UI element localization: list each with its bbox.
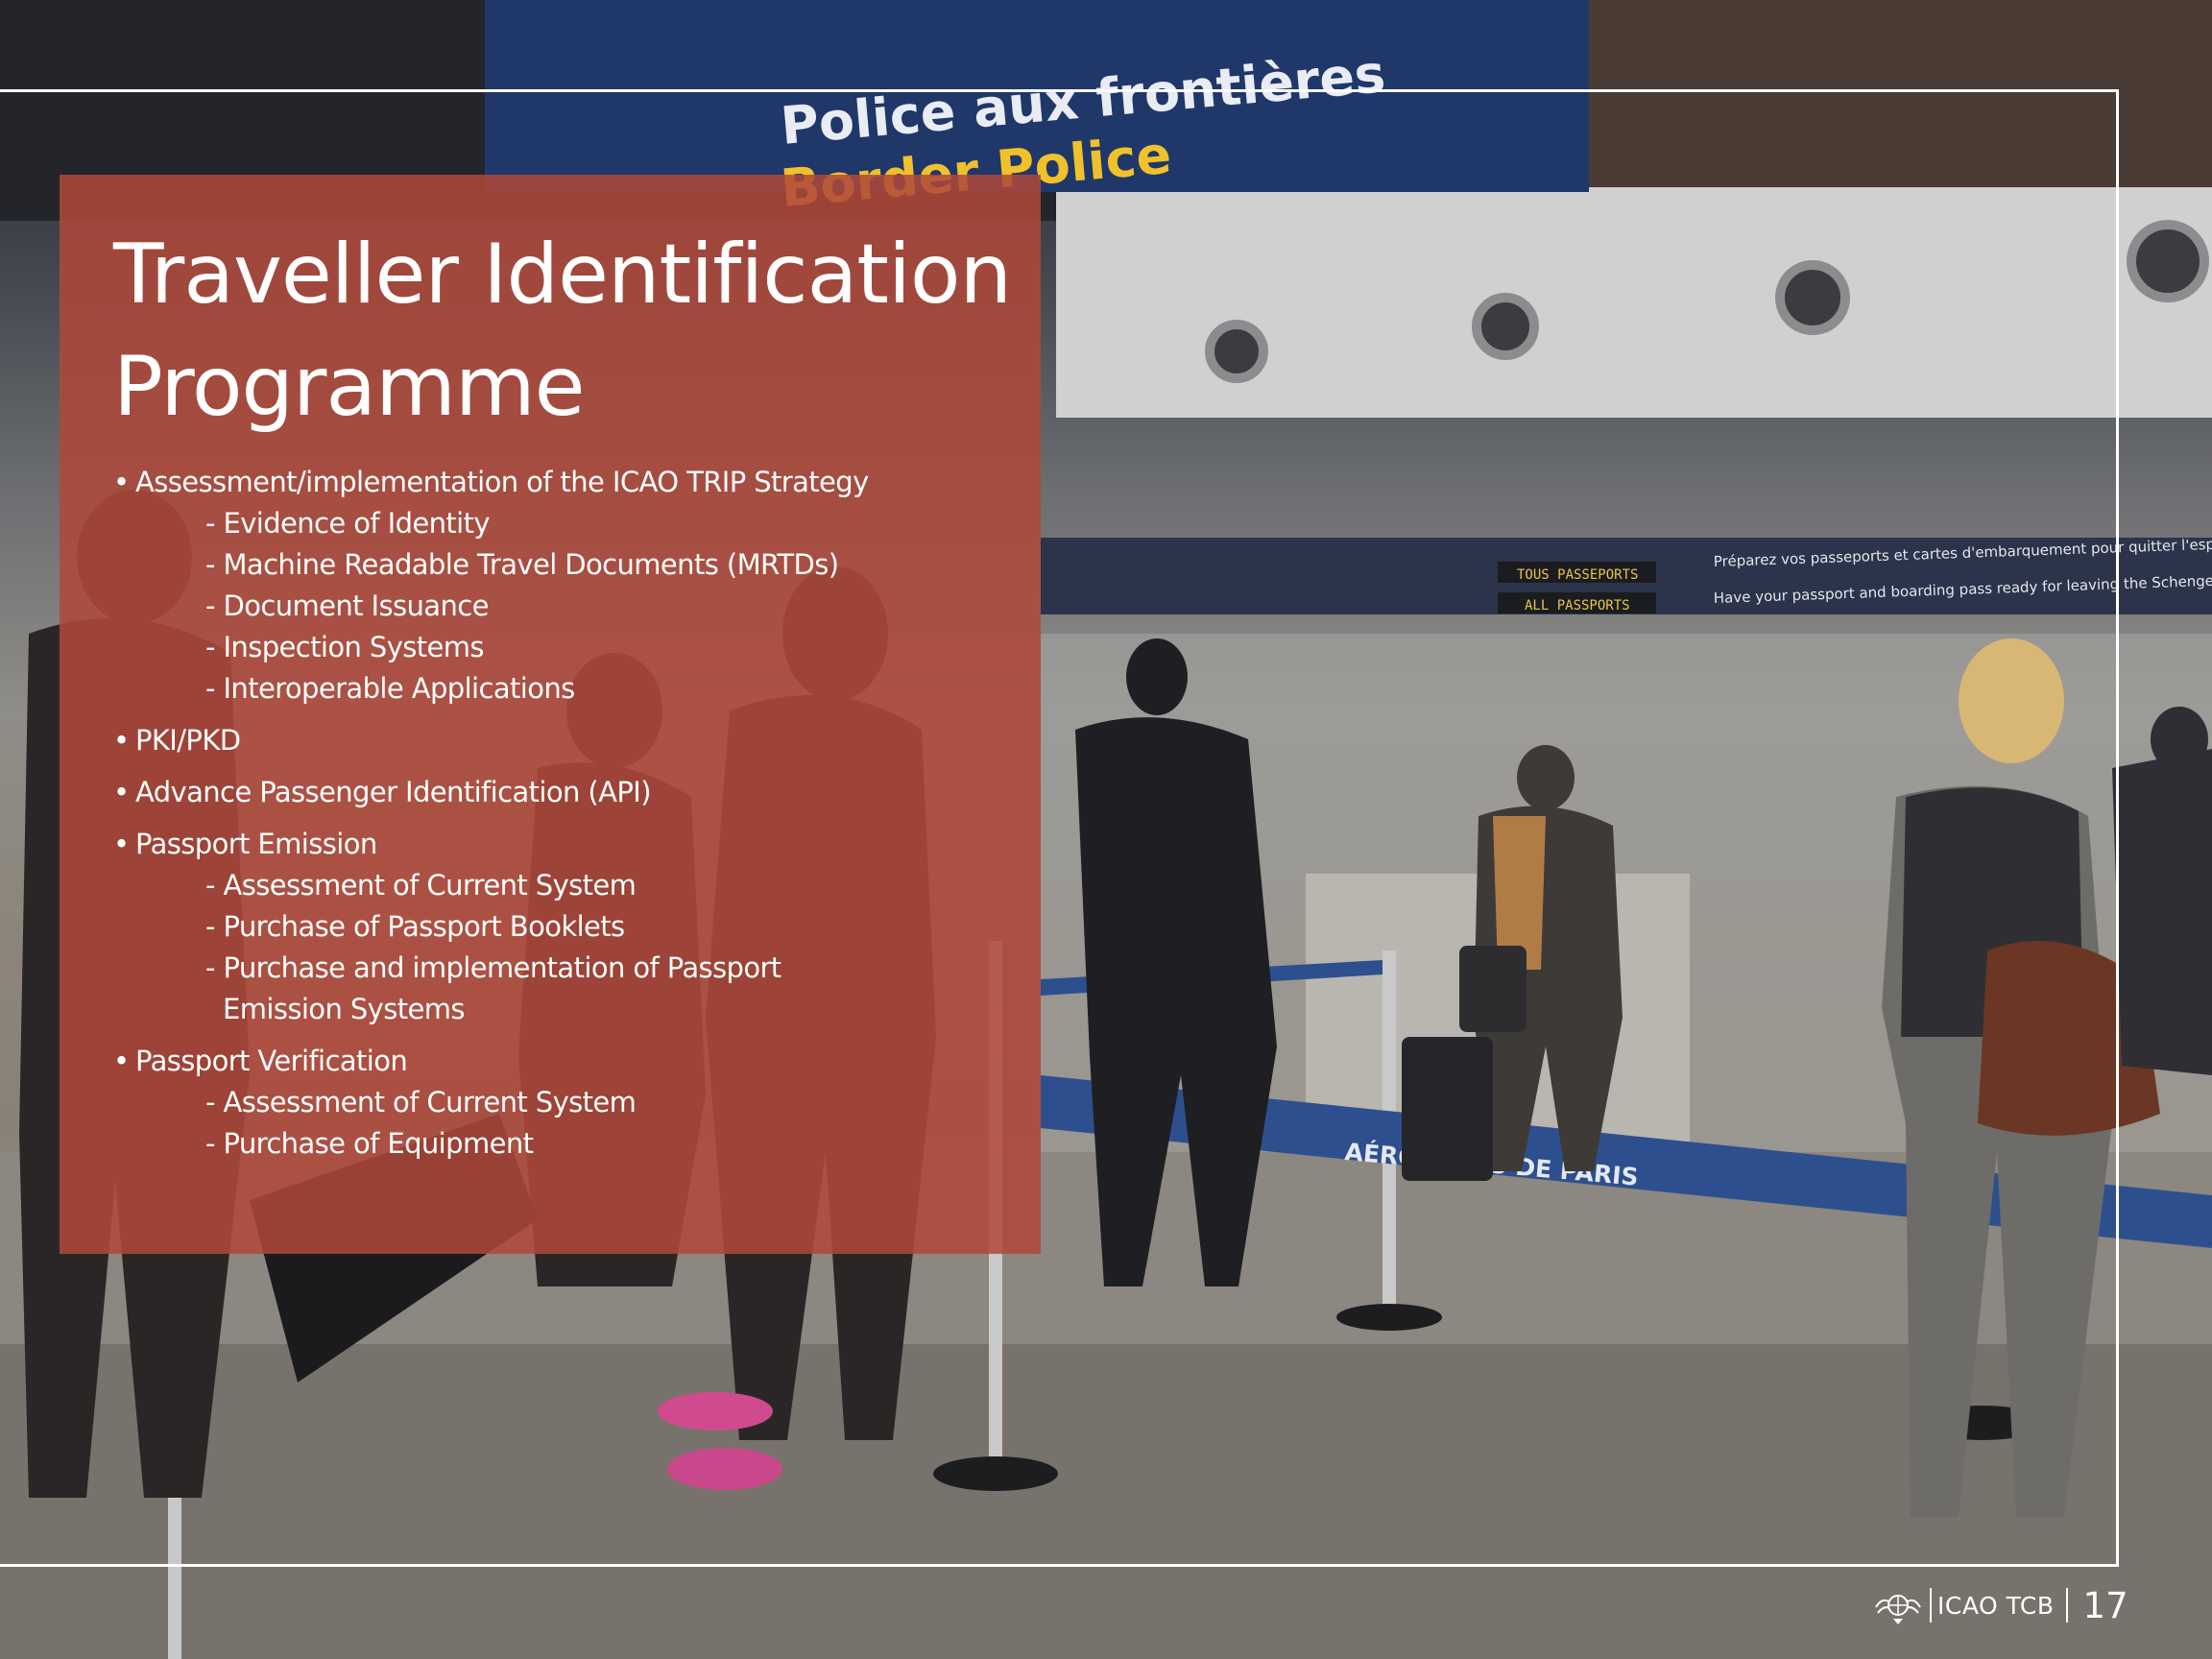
sub-list-item: - Interoperable Applications [113, 668, 1035, 709]
sub-list-item-label: - Purchase and implementation of Passpor… [205, 951, 781, 984]
list-item: • Passport Verification [113, 1041, 1035, 1082]
page-number: 17 [2082, 1584, 2128, 1626]
sub-list-item: - Machine Readable Travel Documents (MRT… [113, 544, 1035, 586]
sub-list-item: - Inspection Systems [113, 627, 1035, 668]
list-item: • Assessment/implementation of the ICAO T… [113, 462, 1035, 503]
sub-list-item: - Assessment of Current System [113, 1082, 1035, 1123]
sub-list-item-label: - Interoperable Applications [205, 672, 575, 705]
sub-list-item-label: - Assessment of Current System [205, 869, 637, 902]
list-item-label: Passport Emission [135, 828, 377, 860]
programme-list: • Assessment/implementation of the ICAO T… [113, 462, 1035, 1165]
sub-list-item: - Document Issuance [113, 586, 1035, 627]
bullet-icon: • [113, 466, 130, 498]
list-item: • Advance Passenger Identification (API) [113, 772, 1035, 813]
footer-divider [2065, 1588, 2068, 1623]
bullet-icon: • [113, 724, 130, 757]
org-label: ICAO TCB [1937, 1591, 2055, 1620]
bullet-icon: • [113, 1045, 130, 1077]
sub-list-item: - Evidence of Identity [113, 503, 1035, 544]
sub-list-item-label: - Evidence of Identity [205, 507, 491, 540]
sub-list-item: - Purchase and implementation of Passpor… [113, 948, 1035, 989]
list-item-label: Advance Passenger Identification (API) [135, 776, 652, 808]
footer-divider [1930, 1588, 1932, 1623]
sub-list-item: - Purchase of Equipment [113, 1123, 1035, 1165]
slide-title: Traveller Identification Programme [113, 227, 1012, 435]
sub-list-item-label: - Purchase of Equipment [205, 1127, 534, 1160]
icao-emblem-icon [1875, 1595, 1921, 1624]
list-item-label: Passport Verification [135, 1045, 408, 1077]
footer: ICAO TCB 17 [1872, 1582, 2128, 1628]
sub-list-item-label: - Inspection Systems [205, 631, 485, 663]
bullet-icon: • [113, 828, 130, 860]
sub-list-item-label: Emission Systems [223, 993, 466, 1025]
list-item-label: Assessment/implementation of the ICAO TR… [135, 466, 869, 498]
bullet-icon: • [113, 776, 130, 808]
sub-list-item-label: - Purchase of Passport Booklets [205, 910, 625, 943]
sub-list-item: Emission Systems [113, 989, 1035, 1030]
list-item: • PKI/PKD [113, 720, 1035, 761]
sub-list-item-label: - Document Issuance [205, 589, 489, 622]
sub-list-item-label: - Machine Readable Travel Documents (MRT… [205, 548, 839, 581]
list-item-label: PKI/PKD [135, 724, 241, 757]
sub-list-item-label: - Assessment of Current System [205, 1086, 637, 1118]
sub-list-item: - Purchase of Passport Booklets [113, 906, 1035, 948]
sub-list-item: - Assessment of Current System [113, 865, 1035, 906]
list-item: • Passport Emission [113, 824, 1035, 865]
